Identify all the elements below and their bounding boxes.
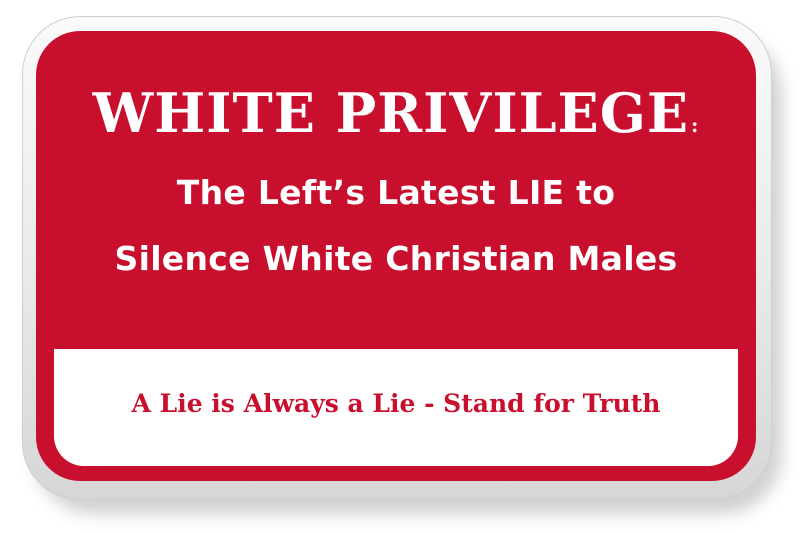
banner-text: A Lie is Always a Lie - Stand for Truth: [131, 389, 661, 418]
subtitle-line-2: Silence White Christian Males: [114, 239, 678, 278]
headline: WHITE PRIVILEGE:: [36, 83, 756, 155]
title-block: WHITE PRIVILEGE: The Left’s Latest LIE t…: [36, 31, 756, 349]
headline-text: WHITE PRIVILEGE: [92, 81, 689, 145]
subtitle-line-1: The Left’s Latest LIE to: [176, 173, 616, 212]
sign-face: WHITE PRIVILEGE: The Left’s Latest LIE t…: [36, 31, 756, 481]
banner-panel: A Lie is Always a Lie - Stand for Truth: [54, 349, 738, 466]
headline-colon: :: [690, 113, 700, 137]
image-canvas: WHITE PRIVILEGE: The Left’s Latest LIE t…: [0, 0, 800, 533]
